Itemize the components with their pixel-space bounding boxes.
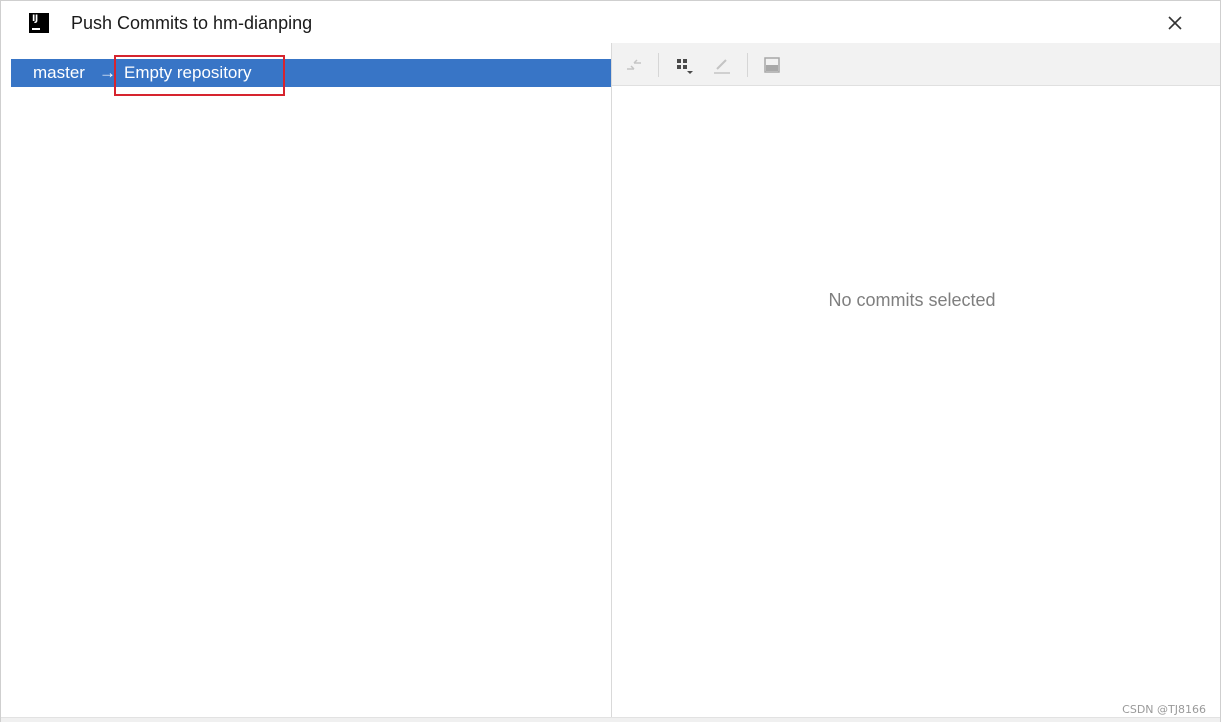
branch-push-row[interactable]: master → Empty repository	[11, 59, 611, 87]
show-details-icon[interactable]	[762, 55, 782, 75]
bottom-strip	[1, 717, 1220, 722]
edit-icon[interactable]	[712, 55, 732, 75]
empty-state-text: No commits selected	[828, 290, 996, 310]
collapse-icon[interactable]	[624, 55, 644, 75]
local-branch-label: master	[33, 63, 85, 82]
details-toolbar	[612, 43, 1220, 86]
push-commits-dialog: IJ Push Commits to hm-dianping master → …	[0, 0, 1221, 722]
title-bar: IJ Push Commits to hm-dianping	[1, 1, 1220, 43]
push-tree-panel: master → Empty repository	[11, 59, 611, 717]
close-button[interactable]	[1161, 9, 1189, 37]
commit-details-panel: No commits selected	[612, 86, 1220, 717]
dialog-title: Push Commits to hm-dianping	[71, 13, 313, 33]
close-icon	[1168, 16, 1182, 30]
group-by-icon[interactable]	[674, 55, 694, 75]
annotation-highlight-box	[114, 55, 285, 96]
watermark: CSDN @TJ8166	[1122, 703, 1206, 716]
intellij-logo-icon: IJ	[29, 13, 49, 33]
